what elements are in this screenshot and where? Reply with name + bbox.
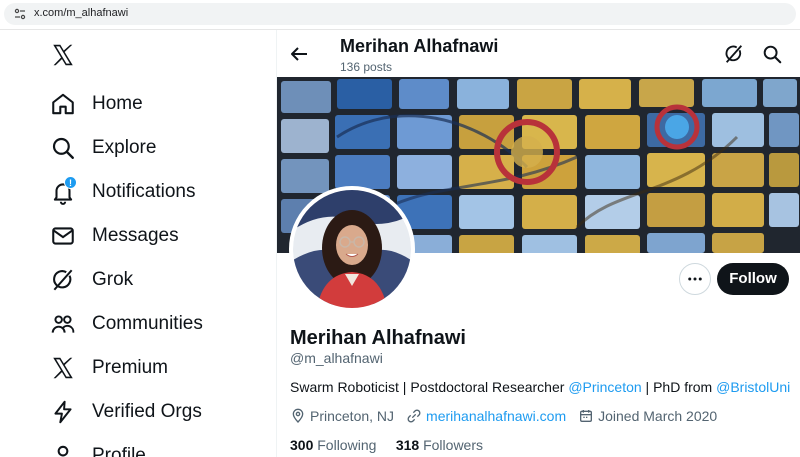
profile-name: Merihan Alhafnawi bbox=[290, 327, 466, 349]
nav-communities[interactable]: Communities bbox=[40, 304, 260, 344]
site-settings-icon[interactable] bbox=[14, 8, 26, 20]
follow-button[interactable]: Follow bbox=[717, 263, 789, 295]
bio-mention-princeton[interactable]: @Princeton bbox=[568, 379, 641, 395]
following-stat[interactable]: 300 Following bbox=[290, 437, 376, 453]
following-label: Following bbox=[317, 437, 377, 453]
nav-home[interactable]: Home bbox=[40, 84, 260, 124]
search-icon bbox=[50, 135, 76, 161]
nav-profile[interactable]: Profile bbox=[40, 436, 260, 457]
calendar-icon bbox=[580, 410, 593, 422]
nav-label-messages: Messages bbox=[92, 225, 179, 246]
nav-verified-orgs[interactable]: Verified Orgs bbox=[40, 392, 260, 432]
bio-text: Swarm Roboticist | Postdoctoral Research… bbox=[290, 379, 569, 395]
nav-label-profile: Profile bbox=[92, 445, 146, 457]
browser-address-bar: x.com/m_alhafnawi bbox=[0, 0, 800, 30]
lightning-icon bbox=[50, 399, 76, 425]
nav-label-home: Home bbox=[92, 93, 143, 114]
follow-stats: 300 Following 318 Followers bbox=[290, 437, 483, 453]
profile-handle: @m_alhafnawi bbox=[290, 350, 383, 366]
link-icon bbox=[407, 409, 421, 423]
grok-icon[interactable] bbox=[723, 43, 745, 65]
join-date: Joined March 2020 bbox=[578, 408, 717, 424]
followers-stat[interactable]: 318 Followers bbox=[396, 437, 483, 453]
sidebar: Home Explore ! Notifications Messages Gr… bbox=[0, 30, 276, 457]
nav-label-premium: Premium bbox=[92, 357, 169, 378]
website[interactable]: merihanalhafnawi.com bbox=[406, 408, 566, 424]
profile-avatar[interactable] bbox=[289, 186, 415, 312]
header-post-count: 136 posts bbox=[340, 60, 393, 74]
more-options-button[interactable] bbox=[679, 263, 711, 295]
nav-grok[interactable]: Grok bbox=[40, 260, 260, 300]
home-icon bbox=[50, 91, 76, 117]
followers-label: Followers bbox=[423, 437, 483, 453]
nav-label-communities: Communities bbox=[92, 313, 203, 334]
url-field[interactable]: x.com/m_alhafnawi bbox=[4, 3, 796, 25]
person-icon bbox=[50, 443, 76, 457]
search-icon[interactable] bbox=[761, 43, 783, 65]
profile-column: Merihan Alhafnawi 136 posts Follow Merih… bbox=[277, 30, 800, 457]
location-text: Princeton, NJ bbox=[310, 408, 395, 424]
people-icon bbox=[50, 311, 76, 337]
nav-explore[interactable]: Explore bbox=[40, 128, 260, 168]
nav-premium[interactable]: Premium bbox=[40, 348, 260, 388]
bio-text: | PhD from bbox=[641, 379, 717, 395]
profile-header-bar: Merihan Alhafnawi 136 posts bbox=[277, 30, 800, 77]
grok-icon bbox=[50, 267, 76, 293]
bell-icon: ! bbox=[50, 176, 77, 205]
back-arrow-icon[interactable] bbox=[287, 42, 311, 66]
join-date-text: Joined March 2020 bbox=[598, 408, 718, 424]
nav-messages[interactable]: Messages bbox=[40, 216, 260, 256]
bio-mention-bristoluni[interactable]: @BristolUni bbox=[716, 379, 790, 395]
location: Princeton, NJ bbox=[290, 408, 394, 424]
url-text: x.com/m_alhafnawi bbox=[34, 7, 129, 19]
header-name: Merihan Alhafnawi bbox=[340, 36, 499, 56]
nav-notifications[interactable]: ! Notifications bbox=[40, 172, 260, 212]
nav-label-grok: Grok bbox=[92, 269, 134, 290]
nav-label-notifications: Notifications bbox=[92, 181, 196, 202]
website-link[interactable]: merihanalhafnawi.com bbox=[426, 408, 566, 424]
avatar-image bbox=[293, 190, 411, 308]
followers-count: 318 bbox=[395, 437, 420, 453]
profile-meta: Princeton, NJ merihanalhafnawi.com Joine… bbox=[290, 406, 729, 426]
following-count: 300 bbox=[290, 437, 314, 453]
more-dots-icon bbox=[688, 277, 702, 281]
notification-badge: ! bbox=[64, 176, 77, 189]
nav-label-verified-orgs: Verified Orgs bbox=[92, 401, 202, 422]
x-logo-icon bbox=[50, 355, 76, 381]
envelope-icon bbox=[50, 223, 76, 249]
nav-label-explore: Explore bbox=[92, 137, 157, 158]
x-logo-icon[interactable] bbox=[50, 42, 76, 68]
profile-bio: Swarm Roboticist | Postdoctoral Research… bbox=[290, 379, 790, 395]
location-pin-icon bbox=[292, 408, 304, 423]
